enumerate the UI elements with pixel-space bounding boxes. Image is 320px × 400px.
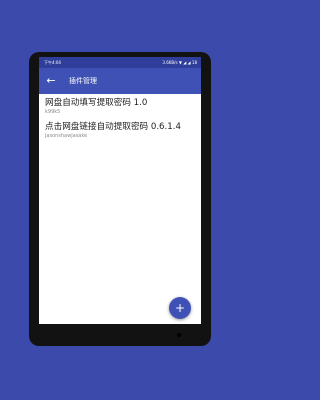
- app-bar: ← 插件管理: [39, 68, 201, 94]
- navigation-dot: [177, 333, 181, 337]
- status-time: 下午4:04: [44, 60, 61, 65]
- plugin-list: 网盘自动填写提取密码 1.0 k99k5 点击网盘链接自动提取密码 0.6.1.…: [39, 94, 201, 142]
- phone-screen: 下午4:04 3.6KB/s ▼ ◢ ◢ 18 ← 插件管理 网盘自动填写提取密…: [39, 57, 201, 324]
- plugin-author: jasonshawjasake: [45, 133, 88, 139]
- page-title: 插件管理: [69, 77, 97, 85]
- plugin-name: 网盘自动填写提取密码 1.0: [45, 98, 148, 108]
- plugin-item[interactable]: 点击网盘链接自动提取密码 0.6.1.4 jasonshawjasake: [39, 118, 201, 142]
- plugin-item[interactable]: 网盘自动填写提取密码 1.0 k99k5: [39, 94, 201, 118]
- back-arrow-icon[interactable]: ←: [45, 75, 57, 87]
- plugin-name: 点击网盘链接自动提取密码 0.6.1.4: [45, 122, 181, 132]
- add-plugin-button[interactable]: +: [169, 297, 191, 319]
- status-indicators: 3.6KB/s ▼ ◢ ◢ 18: [162, 60, 197, 65]
- plugin-author: k99k5: [45, 109, 61, 115]
- status-bar: 下午4:04 3.6KB/s ▼ ◢ ◢ 18: [39, 57, 201, 68]
